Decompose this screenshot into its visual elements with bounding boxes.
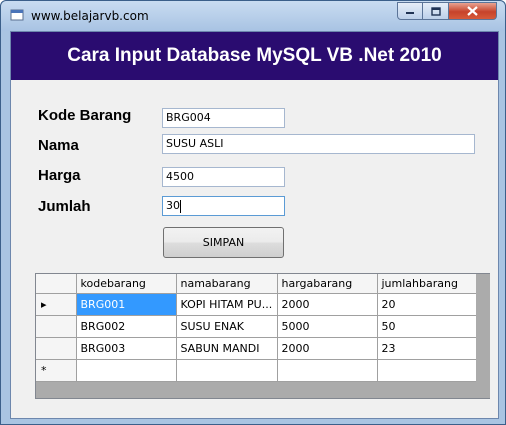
grid-table: kodebarang namabarang hargabarang jumlah… [36, 274, 478, 382]
window-title: www.belajarvb.com [31, 9, 149, 23]
kode-barang-label: Kode Barang [38, 107, 132, 124]
new-row-asterisk-icon[interactable]: * [36, 359, 77, 382]
grid-cell[interactable]: SABUN MANDI [176, 337, 278, 360]
maximize-button[interactable] [423, 2, 449, 20]
maximize-icon [430, 6, 441, 16]
harga-input[interactable]: 4500 [162, 167, 285, 187]
jumlah-label: Jumlah [38, 198, 91, 215]
banner-title: Cara Input Database MySQL VB .Net 2010 [67, 45, 442, 66]
grid-cell[interactable] [277, 359, 378, 382]
table-row[interactable]: BRG003 SABUN MANDI 2000 23 [36, 337, 478, 360]
new-row[interactable]: * [36, 359, 478, 382]
grid-scroll-area [476, 274, 490, 398]
data-grid[interactable]: kodebarang namabarang hargabarang jumlah… [35, 273, 490, 399]
grid-cell[interactable]: 2000 [277, 293, 378, 316]
grid-cell-text: KOPI HITAM PU... [180, 297, 273, 311]
close-button[interactable] [449, 2, 497, 20]
text-caret [180, 199, 181, 213]
grid-cell[interactable]: 20 [377, 293, 478, 316]
grid-cell[interactable]: BRG003 [76, 337, 177, 360]
row-header[interactable] [36, 315, 77, 338]
minimize-icon [406, 12, 414, 14]
grid-cell[interactable] [377, 359, 478, 382]
column-header-kodebarang[interactable]: kodebarang [76, 274, 177, 294]
grid-cell[interactable]: 23 [377, 337, 478, 360]
column-header-jumlahbarang[interactable]: jumlahbarang [377, 274, 478, 294]
grid-cell[interactable] [76, 359, 177, 382]
close-icon [467, 6, 478, 16]
grid-cell[interactable]: SUSU ENAK [176, 315, 278, 338]
grid-cell[interactable]: BRG001 [76, 293, 177, 316]
nama-label: Nama [38, 137, 79, 154]
jumlah-input[interactable]: 30 [162, 196, 285, 216]
form-client-area: Cara Input Database MySQL VB .Net 2010 K… [10, 31, 499, 419]
grid-header-row: kodebarang namabarang hargabarang jumlah… [36, 274, 478, 294]
table-row[interactable]: BRG002 SUSU ENAK 5000 50 [36, 315, 478, 338]
kode-barang-input[interactable]: BRG004 [162, 108, 285, 128]
grid-cell[interactable]: BRG002 [76, 315, 177, 338]
column-header-hargabarang[interactable]: hargabarang [277, 274, 378, 294]
app-window: www.belajarvb.com Cara Input Database My… [0, 0, 506, 425]
grid-cell[interactable]: KOPI HITAM PU... [176, 293, 278, 316]
simpan-button[interactable]: SIMPAN [163, 227, 284, 258]
minimize-button[interactable] [397, 2, 423, 20]
column-header-namabarang[interactable]: namabarang [176, 274, 278, 294]
nama-input[interactable]: SUSU ASLI [162, 134, 475, 154]
app-icon [10, 9, 24, 21]
title-bar[interactable]: www.belajarvb.com [1, 1, 505, 31]
grid-cell[interactable]: 5000 [277, 315, 378, 338]
grid-corner-header[interactable] [36, 274, 77, 294]
grid-cell[interactable]: 50 [377, 315, 478, 338]
header-banner: Cara Input Database MySQL VB .Net 2010 [11, 32, 498, 80]
jumlah-value: 30 [166, 199, 180, 212]
harga-label: Harga [38, 167, 81, 184]
row-header[interactable] [36, 337, 77, 360]
table-row[interactable]: ▸ BRG001 KOPI HITAM PU... 2000 20 [36, 293, 478, 316]
grid-cell[interactable] [176, 359, 278, 382]
current-row-arrow-icon[interactable]: ▸ [36, 293, 77, 316]
grid-cell[interactable]: 2000 [277, 337, 378, 360]
